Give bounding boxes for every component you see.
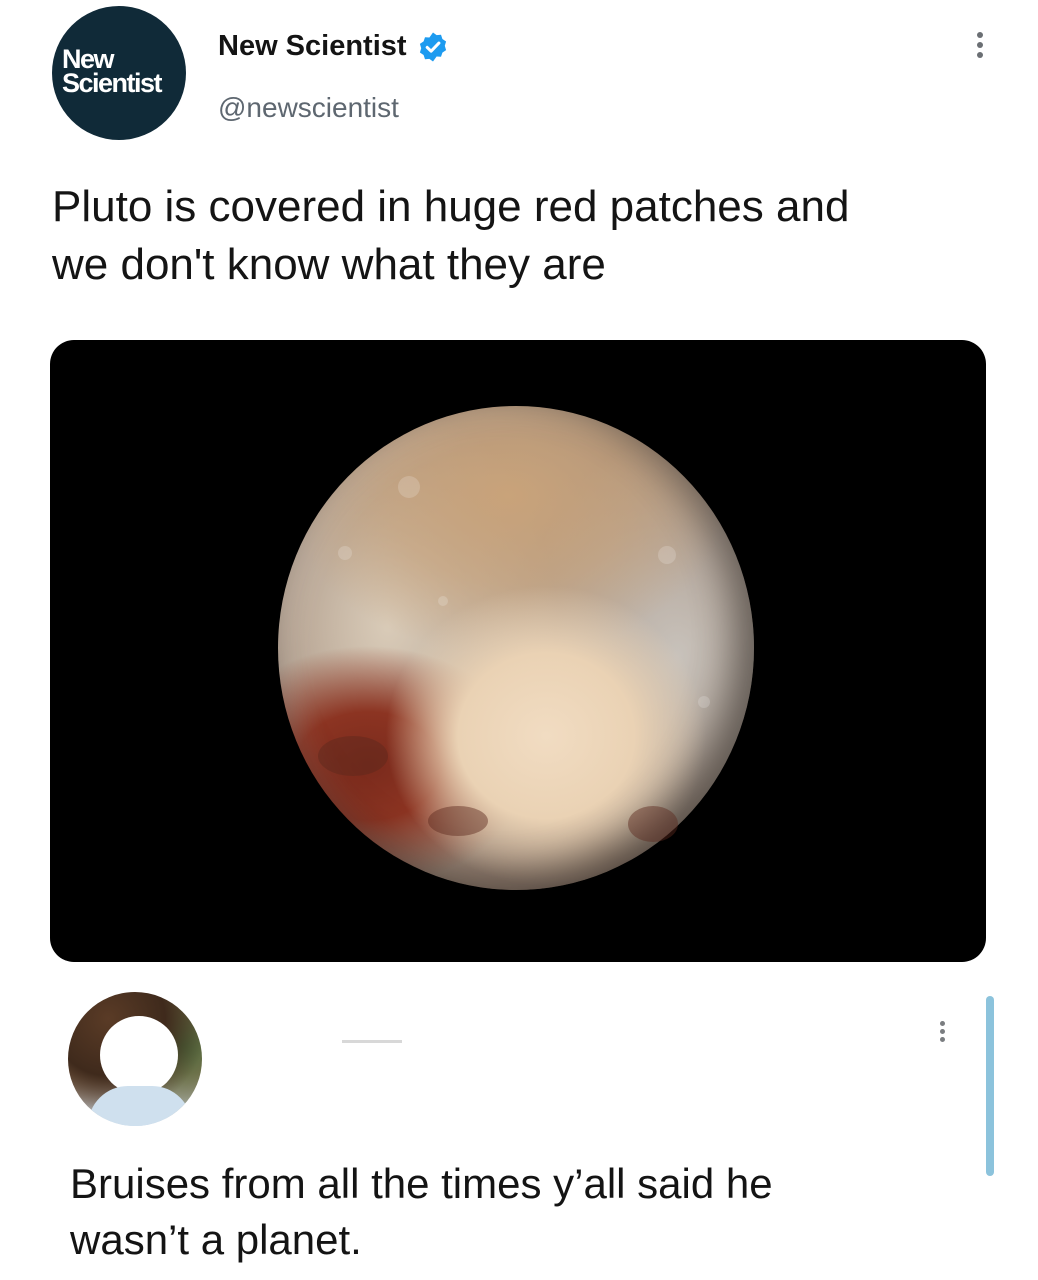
tweet-text: Pluto is covered in huge red patches and… — [52, 178, 982, 294]
reply-author-name-redacted — [342, 1040, 402, 1043]
avatar-logo-line-2: Scientist — [62, 68, 163, 98]
author-name-line: New Scientist — [218, 30, 449, 63]
more-vertical-icon[interactable] — [968, 28, 992, 68]
reply-thread-line — [986, 996, 994, 1176]
pluto-photo — [278, 406, 754, 890]
tweet-text-line-1: Pluto is covered in huge red patches and — [52, 182, 850, 231]
reply-user-avatar[interactable] — [68, 992, 202, 1126]
tweet-media-image[interactable] — [50, 340, 986, 962]
verified-badge-icon — [417, 31, 449, 63]
avatar-shirt — [88, 1086, 192, 1126]
reply-text-line-2: wasn’t a planet. — [70, 1216, 362, 1263]
tweet-header: New Scientist New Scientist @newscientis… — [52, 6, 992, 146]
reply-text: Bruises from all the times y’all said he… — [70, 1156, 950, 1268]
author-display-name[interactable]: New Scientist — [218, 30, 407, 63]
reply-text-line-1: Bruises from all the times y’all said he — [70, 1160, 773, 1207]
obscured-face — [100, 1016, 178, 1094]
more-vertical-icon[interactable] — [934, 1018, 950, 1052]
author-handle[interactable]: @newscientist — [218, 92, 399, 124]
new-scientist-avatar[interactable]: New Scientist — [52, 6, 186, 140]
tweet-text-line-2: we don't know what they are — [52, 240, 606, 289]
